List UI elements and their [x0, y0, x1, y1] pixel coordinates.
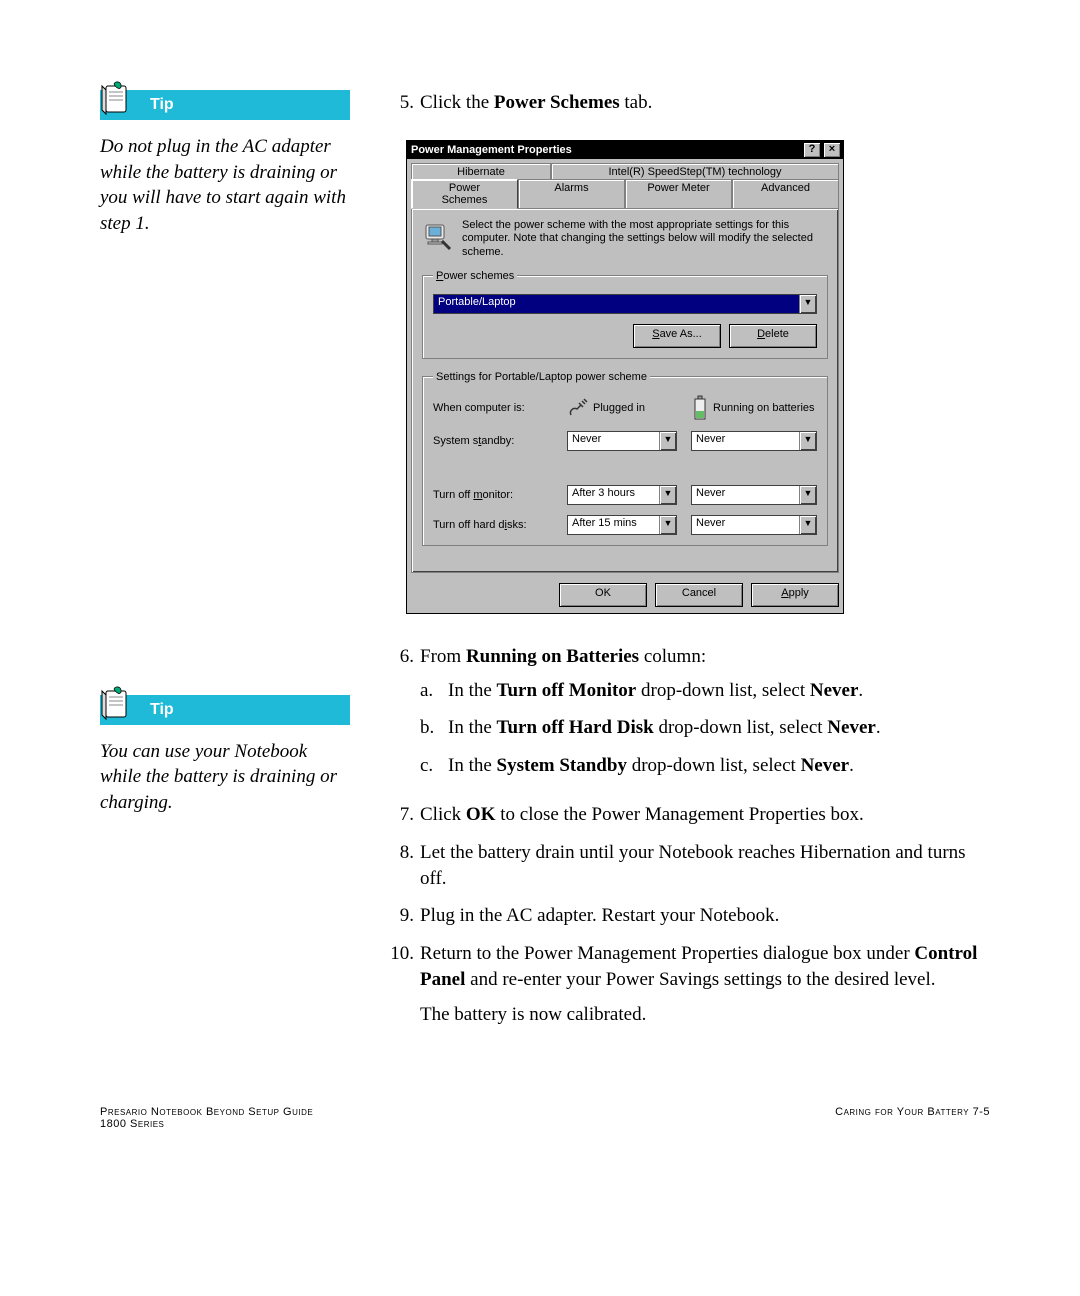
footer-left-2: 1800 Series — [100, 1118, 313, 1130]
power-management-dialog: Power Management Properties ? × Hibernat… — [406, 140, 844, 614]
monitor-plugged-select[interactable]: After 3 hours▼ — [567, 485, 677, 505]
chevron-down-icon: ▼ — [799, 486, 816, 504]
tip-label: Tip — [150, 96, 174, 114]
step-5: 5. Click the Power Schemes tab. — [380, 90, 990, 116]
ok-button[interactable]: OK — [559, 583, 647, 607]
tip-header: Tip — [100, 695, 350, 725]
save-as-button[interactable]: Save As... — [633, 324, 721, 348]
tab-speedstep[interactable]: Intel(R) SpeedStep(TM) technology — [551, 163, 839, 180]
power-schemes-group: Power schemes Portable/Laptop ▼ Save As.… — [422, 270, 828, 359]
monitor-battery-select[interactable]: Never▼ — [691, 485, 817, 505]
power-scheme-icon — [422, 219, 454, 251]
step-6: 6. From Running on Batteries column: a. … — [380, 644, 990, 791]
chevron-down-icon: ▼ — [659, 486, 676, 504]
tip-icon — [96, 80, 136, 125]
step-8: 8. Let the battery drain until your Note… — [380, 840, 990, 891]
page-footer: Presario Notebook Beyond Setup Guide 180… — [0, 1106, 1080, 1130]
chevron-down-icon: ▼ — [659, 516, 676, 534]
tip-label: Tip — [150, 701, 174, 719]
apply-button[interactable]: Apply — [751, 583, 839, 607]
label-monitor: Turn off monitor: — [433, 489, 553, 501]
step-6a: a. In the Turn off Monitor drop-down lis… — [420, 678, 881, 704]
closing-text: The battery is now calibrated. — [420, 1004, 990, 1026]
info-text: Select the power scheme with the most ap… — [462, 219, 828, 260]
chevron-down-icon: ▼ — [799, 516, 816, 534]
settings-group: Settings for Portable/Laptop power schem… — [422, 371, 828, 546]
tab-hibernate[interactable]: Hibernate — [411, 163, 551, 180]
scheme-select[interactable]: Portable/Laptop ▼ — [433, 294, 817, 314]
close-button[interactable]: × — [823, 142, 841, 158]
battery-header: Running on batteries — [691, 395, 817, 421]
titlebar: Power Management Properties ? × — [407, 141, 843, 159]
cancel-button[interactable]: Cancel — [655, 583, 743, 607]
step-7: 7. Click OK to close the Power Managemen… — [380, 802, 990, 828]
step-10: 10. Return to the Power Management Prope… — [380, 941, 990, 992]
disk-battery-select[interactable]: Never▼ — [691, 515, 817, 535]
delete-button[interactable]: Delete — [729, 324, 817, 348]
chevron-down-icon: ▼ — [659, 432, 676, 450]
chevron-down-icon: ▼ — [799, 432, 816, 450]
tip-header: Tip — [100, 90, 350, 120]
tab-power-schemes[interactable]: Power Schemes — [411, 179, 518, 209]
battery-icon — [691, 395, 709, 421]
label-disk: Turn off hard disks: — [433, 519, 553, 531]
tip-body-2: You can use your Notebook while the batt… — [100, 739, 350, 816]
tab-alarms[interactable]: Alarms — [518, 179, 625, 208]
tab-advanced[interactable]: Advanced — [732, 179, 839, 208]
chevron-down-icon: ▼ — [799, 295, 816, 313]
label-standby: System standby: — [433, 435, 553, 447]
dialog-title: Power Management Properties — [411, 144, 801, 156]
standby-battery-select[interactable]: Never▼ — [691, 431, 817, 451]
standby-plugged-select[interactable]: Never▼ — [567, 431, 677, 451]
disk-plugged-select[interactable]: After 15 mins▼ — [567, 515, 677, 535]
step-9: 9. Plug in the AC adapter. Restart your … — [380, 903, 990, 929]
step-6b: b. In the Turn off Hard Disk drop-down l… — [420, 715, 881, 741]
tip-block-2: Tip You can use your Notebook while the … — [100, 695, 350, 816]
plug-icon — [567, 397, 589, 419]
tip-body-1: Do not plug in the AC adapter while the … — [100, 134, 350, 237]
help-button[interactable]: ? — [803, 142, 821, 158]
footer-right: Caring for Your Battery 7-5 — [835, 1106, 990, 1130]
footer-left-1: Presario Notebook Beyond Setup Guide — [100, 1106, 313, 1118]
tab-power-meter[interactable]: Power Meter — [625, 179, 732, 208]
tip-block-1: Tip Do not plug in the AC adapter while … — [100, 90, 350, 237]
plugged-in-header: Plugged in — [567, 397, 677, 419]
label-when: When computer is: — [433, 402, 553, 414]
tip-icon — [96, 685, 136, 730]
step-6c: c. In the System Standby drop-down list,… — [420, 753, 881, 779]
